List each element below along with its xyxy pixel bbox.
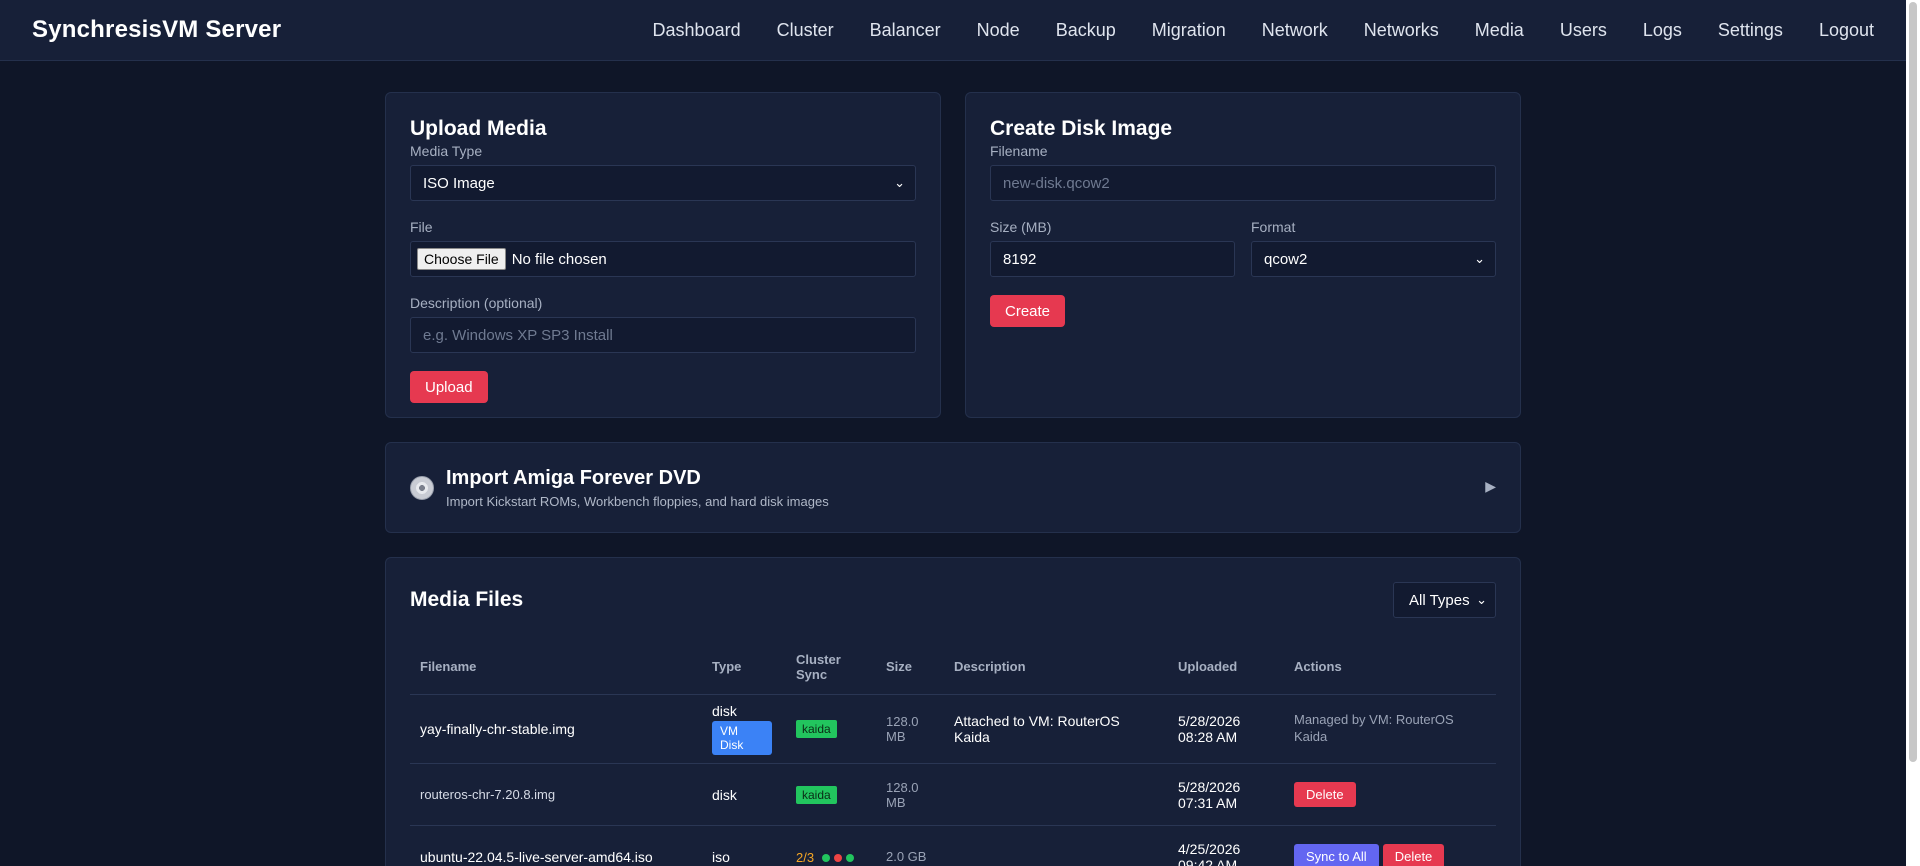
col-cluster-sync: Cluster Sync	[786, 640, 876, 695]
nav-backup[interactable]: Backup	[1056, 20, 1116, 41]
page-scrollbar[interactable]	[1906, 0, 1920, 866]
amiga-title: Import Amiga Forever DVD	[446, 466, 701, 489]
main-content: Upload Media Media Type ISO Image ⌄ File…	[385, 92, 1521, 866]
nav-balancer[interactable]: Balancer	[870, 20, 941, 41]
col-filename: Filename	[410, 640, 702, 695]
size-input[interactable]: 8192	[990, 241, 1235, 277]
nav-media[interactable]: Media	[1475, 20, 1524, 41]
amiga-import-card[interactable]: Import Amiga Forever DVD Import Kickstar…	[385, 442, 1521, 533]
nav-links: Dashboard Cluster Balancer Node Backup M…	[617, 20, 1874, 41]
col-uploaded: Uploaded	[1168, 640, 1284, 695]
col-size: Size	[876, 640, 944, 695]
uploaded-cell: 5/28/2026 08:28 AM	[1168, 694, 1284, 765]
sync-cell: 2/3	[786, 825, 876, 866]
description-cell	[944, 825, 1168, 866]
size-cell: 2.0 GB	[876, 825, 944, 866]
upload-title: Upload Media	[410, 117, 547, 140]
type-filter-select[interactable]: All Types ⌄	[1393, 582, 1496, 618]
media-type-select[interactable]: ISO Image ⌄	[410, 165, 916, 201]
size-label: Size (MB)	[990, 219, 1052, 235]
nav-logs[interactable]: Logs	[1643, 20, 1682, 41]
filename-label: Filename	[990, 143, 1048, 159]
actions-cell: Managed by VM: RouterOS Kaida	[1284, 694, 1496, 765]
table-row: ubuntu-22.04.5-live-server-amd64.iso iso…	[410, 825, 1496, 866]
media-type-label: Media Type	[410, 143, 483, 159]
chevron-down-icon: ⌄	[1474, 251, 1485, 266]
table-row: routeros-chr-7.20.8.img disk kaida 128.0…	[410, 763, 1496, 827]
uploaded-cell: 5/28/2026 07:31 AM	[1168, 763, 1284, 827]
sync-status-dot	[846, 854, 855, 863]
delete-button[interactable]: Delete	[1294, 782, 1356, 808]
size-cell: 128.0 MB	[876, 694, 944, 765]
media-type-value: ISO Image	[423, 174, 495, 192]
actions-cell: Delete	[1284, 763, 1496, 827]
format-select[interactable]: qcow2 ⌄	[1251, 241, 1496, 277]
filename-input[interactable]: new-disk.qcow2	[990, 165, 1496, 201]
uploaded-cell: 4/25/2026 09:42 AM	[1168, 825, 1284, 866]
filename-cell: ubuntu-22.04.5-live-server-amd64.iso	[410, 825, 702, 866]
nav-migration[interactable]: Migration	[1152, 20, 1226, 41]
choose-file-button[interactable]: Choose File	[417, 248, 506, 270]
col-description: Description	[944, 640, 1168, 695]
disc-icon	[410, 475, 434, 500]
sync-cell: kaida	[786, 763, 876, 827]
media-table: Filename Type Cluster Sync Size Descript…	[410, 640, 1496, 866]
col-cluster-sync-label: Cluster Sync	[796, 651, 841, 682]
col-type: Type	[702, 640, 786, 695]
chevron-down-icon: ⌄	[1476, 592, 1487, 607]
sync-status-dot	[822, 854, 831, 863]
amiga-subtitle: Import Kickstart ROMs, Workbench floppie…	[446, 493, 829, 509]
chevron-down-icon: ⌄	[894, 175, 905, 190]
nav-node[interactable]: Node	[977, 20, 1020, 41]
description-cell: Attached to VM: RouterOS Kaida	[944, 694, 1168, 765]
nav-networks[interactable]: Networks	[1364, 20, 1439, 41]
expand-arrow-icon[interactable]: ▶	[1485, 478, 1496, 495]
delete-button[interactable]: Delete	[1382, 844, 1445, 866]
scrollbar-thumb[interactable]	[1909, 2, 1917, 762]
nav-cluster[interactable]: Cluster	[777, 20, 834, 41]
actions-cell: Sync to All Delete	[1284, 825, 1496, 866]
sync-badge: kaida	[796, 719, 837, 738]
format-label: Format	[1251, 219, 1296, 235]
nav-logout[interactable]: Logout	[1819, 20, 1874, 41]
filename-cell: routeros-chr-7.20.8.img	[410, 763, 702, 827]
create-button[interactable]: Create	[990, 295, 1066, 327]
type-cell: iso	[702, 825, 786, 866]
file-status: No file chosen	[511, 250, 607, 268]
sync-to-all-button[interactable]: Sync to All	[1294, 844, 1379, 866]
create-disk-card: Create Disk Image Filename new-disk.qcow…	[965, 92, 1521, 418]
media-files-title: Media Files	[410, 588, 524, 611]
upload-button[interactable]: Upload	[410, 371, 488, 403]
create-title: Create Disk Image	[990, 117, 1173, 140]
type-filter-value: All Types	[1409, 591, 1470, 609]
description-label: Description (optional)	[410, 295, 543, 311]
sync-status-dot	[834, 854, 843, 863]
forms-row: Upload Media Media Type ISO Image ⌄ File…	[385, 92, 1521, 418]
upload-media-card: Upload Media Media Type ISO Image ⌄ File…	[385, 92, 941, 418]
format-value: qcow2	[1264, 250, 1308, 268]
media-files-card: Media Files All Types ⌄ Filename Type Cl…	[385, 557, 1521, 866]
file-input[interactable]: Choose File No file chosen	[410, 241, 916, 277]
managed-by-text: Managed by VM: RouterOS Kaida	[1294, 712, 1454, 744]
sync-cell: kaida	[786, 694, 876, 765]
type-cell: disk VM Disk	[702, 694, 786, 765]
nav-settings[interactable]: Settings	[1718, 20, 1783, 41]
sync-badge: kaida	[796, 785, 837, 804]
brand-title[interactable]: SynchresisVM Server	[32, 16, 281, 44]
type-text: disk	[712, 702, 737, 719]
nav-dashboard[interactable]: Dashboard	[653, 20, 741, 41]
sync-count: 2/3	[796, 849, 815, 865]
description-input[interactable]: e.g. Windows XP SP3 Install	[410, 317, 916, 353]
type-cell: disk	[702, 763, 786, 827]
description-cell	[944, 763, 1168, 827]
top-navbar: SynchresisVM Server Dashboard Cluster Ba…	[0, 0, 1906, 61]
nav-network[interactable]: Network	[1262, 20, 1328, 41]
size-cell: 128.0 MB	[876, 763, 944, 827]
col-actions: Actions	[1284, 640, 1496, 695]
table-row: yay-finally-chr-stable.img disk VM Disk …	[410, 694, 1496, 765]
filename-cell: yay-finally-chr-stable.img	[410, 694, 702, 765]
vm-disk-badge: VM Disk	[712, 720, 772, 756]
nav-users[interactable]: Users	[1560, 20, 1607, 41]
file-label: File	[410, 219, 433, 235]
